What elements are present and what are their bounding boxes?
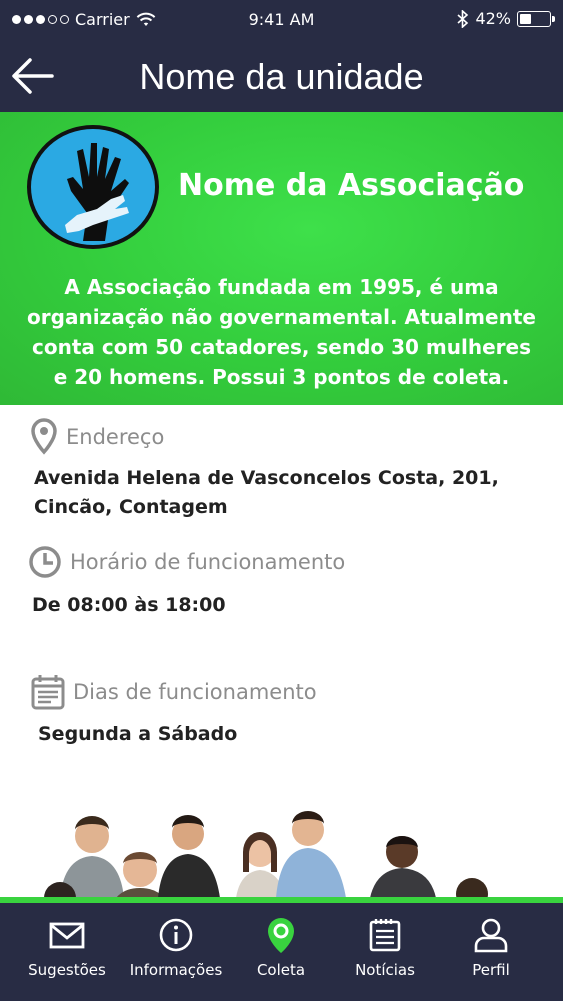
envelope-icon xyxy=(49,922,85,949)
info-icon xyxy=(159,918,193,952)
status-right: 42% xyxy=(457,9,555,28)
association-logo xyxy=(27,125,159,249)
nav-item-perfil[interactable]: Perfil xyxy=(441,915,541,979)
top-bar: Carrier 9:41 AM 42% Nome da unidade xyxy=(0,0,563,112)
map-pin-icon xyxy=(268,918,294,953)
nav-item-sugestoes[interactable]: Sugestões xyxy=(17,915,117,979)
battery-icon xyxy=(517,10,555,27)
days-value: Segunda a Sábado xyxy=(38,723,238,745)
user-icon xyxy=(474,918,508,953)
hours-label: Horário de funcionamento xyxy=(70,550,346,574)
nav-item-informacoes[interactable]: Informações xyxy=(126,915,226,979)
nav-label-informacoes: Informações xyxy=(129,961,223,979)
people-photo xyxy=(40,808,540,898)
nav-item-noticias[interactable]: Notícias xyxy=(335,915,435,979)
news-icon xyxy=(369,919,401,952)
hours-header: Horário de funcionamento xyxy=(28,545,345,579)
association-banner: Nome da Associação A Associação fundada … xyxy=(0,112,563,405)
association-name: Nome da Associação xyxy=(178,168,525,203)
helping-hands-icon xyxy=(65,143,129,241)
hours-value: De 08:00 às 18:00 xyxy=(32,594,226,616)
address-header: Endereço xyxy=(30,418,164,456)
page-title: Nome da unidade xyxy=(139,56,424,97)
address-label: Endereço xyxy=(66,425,165,449)
bluetooth-icon xyxy=(457,9,469,28)
bottom-navigation: Sugestões Informações Coleta Notícias Pe… xyxy=(0,897,563,1001)
status-bar: Carrier 9:41 AM 42% xyxy=(0,0,563,40)
nav-label-noticias: Notícias xyxy=(355,961,415,979)
nav-label-coleta: Coleta xyxy=(256,961,306,979)
nav-item-coleta[interactable]: Coleta xyxy=(231,915,331,979)
calendar-icon xyxy=(31,675,65,710)
address-value: Avenida Helena de Vasconcelos Costa, 201… xyxy=(34,467,499,518)
map-pin-icon xyxy=(31,418,57,455)
days-label: Dias de funcionamento xyxy=(73,680,317,704)
days-header: Dias de funcionamento xyxy=(31,674,317,710)
nav-label-sugestoes: Sugestões xyxy=(28,961,106,979)
association-description: A Associação fundada em 1995, é uma orga… xyxy=(27,275,536,389)
nav-label-perfil: Perfil xyxy=(472,961,510,979)
clock-icon xyxy=(29,546,61,578)
battery-percent: 42% xyxy=(475,9,511,28)
